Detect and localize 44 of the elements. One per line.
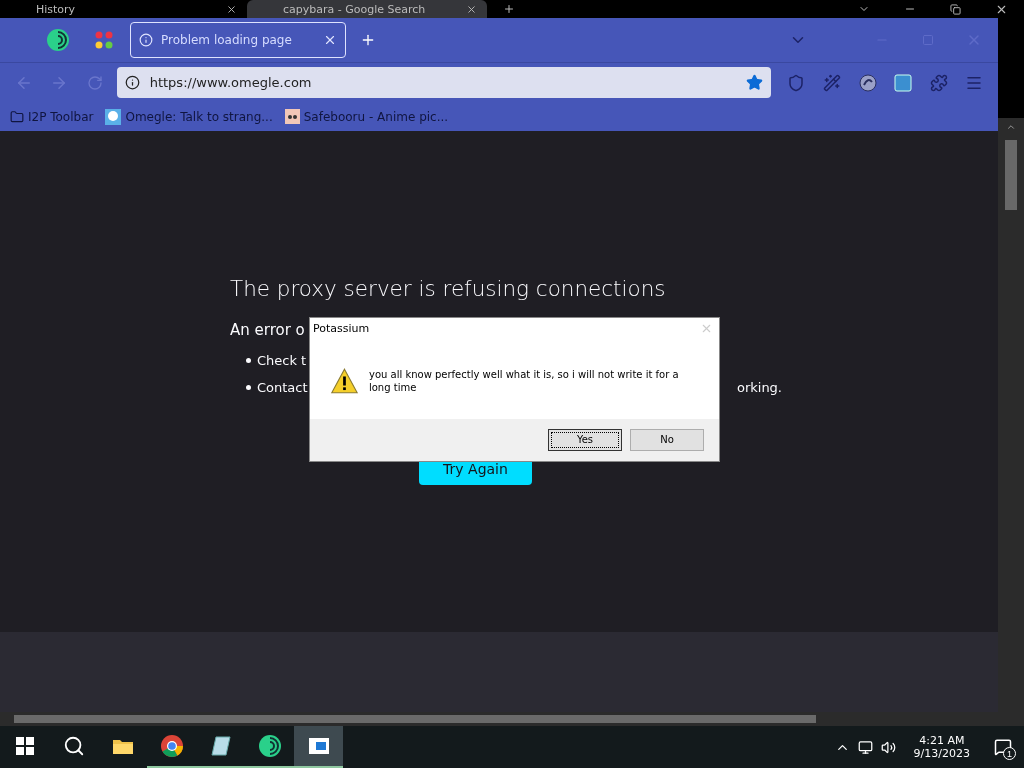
list-text: orking. bbox=[736, 379, 782, 395]
vertical-scrollbar[interactable] bbox=[998, 118, 1024, 712]
info-icon bbox=[139, 32, 153, 47]
browser-tab[interactable]: capybara - Google Search bbox=[247, 0, 487, 18]
horizontal-scrollbar[interactable] bbox=[0, 712, 1024, 726]
info-icon bbox=[124, 75, 140, 91]
onion-icon bbox=[257, 734, 282, 758]
volume-icon[interactable] bbox=[880, 739, 896, 755]
folder-icon bbox=[111, 737, 134, 755]
folder-icon bbox=[10, 109, 24, 124]
error-title: The proxy server is refusing connections bbox=[230, 275, 667, 301]
dialog-title: Potassium bbox=[313, 322, 370, 336]
dialog-button[interactable]: Yes bbox=[548, 428, 622, 451]
onion-icon bbox=[46, 27, 70, 52]
close-icon bbox=[466, 3, 477, 15]
thumbnail-icon bbox=[284, 109, 300, 125]
restore-icon bbox=[950, 3, 961, 15]
dialog-button[interactable]: No bbox=[630, 428, 704, 451]
bullet-dot bbox=[246, 384, 251, 390]
browser-tab[interactable]: History bbox=[0, 0, 247, 18]
close-icon bbox=[226, 3, 237, 15]
scrollbar-thumb[interactable] bbox=[14, 715, 816, 723]
scrollbar-thumb[interactable] bbox=[1005, 140, 1017, 210]
add-tab-icon bbox=[503, 3, 515, 15]
taskbar-app[interactable] bbox=[294, 726, 343, 768]
list-text: Contact bbox=[257, 379, 308, 395]
arrow-up-icon[interactable] bbox=[1006, 122, 1016, 132]
windows-icon bbox=[15, 737, 34, 755]
dialog-message: you all know perfectly well what it is, so i will not write it for a long time bbox=[368, 367, 680, 394]
error-text: An error o bbox=[230, 320, 305, 339]
search-icon bbox=[62, 735, 85, 757]
notifications-button[interactable]: 1 bbox=[988, 727, 1018, 767]
browser-tab[interactable]: Problem loading page bbox=[130, 21, 346, 58]
window-icon bbox=[307, 737, 330, 755]
address-bar[interactable]: https://www.omegle.com bbox=[116, 67, 771, 99]
warning-icon bbox=[330, 365, 359, 396]
star-icon[interactable] bbox=[745, 74, 763, 92]
chat-icon bbox=[105, 108, 122, 125]
message-icon bbox=[994, 738, 1012, 756]
browser-icon bbox=[159, 734, 184, 758]
bullet-dot bbox=[246, 357, 251, 363]
clock[interactable]: 4:21 AM 9/13/2023 bbox=[913, 734, 970, 760]
list-text: Check t bbox=[257, 352, 307, 368]
network-icon[interactable] bbox=[857, 739, 873, 755]
